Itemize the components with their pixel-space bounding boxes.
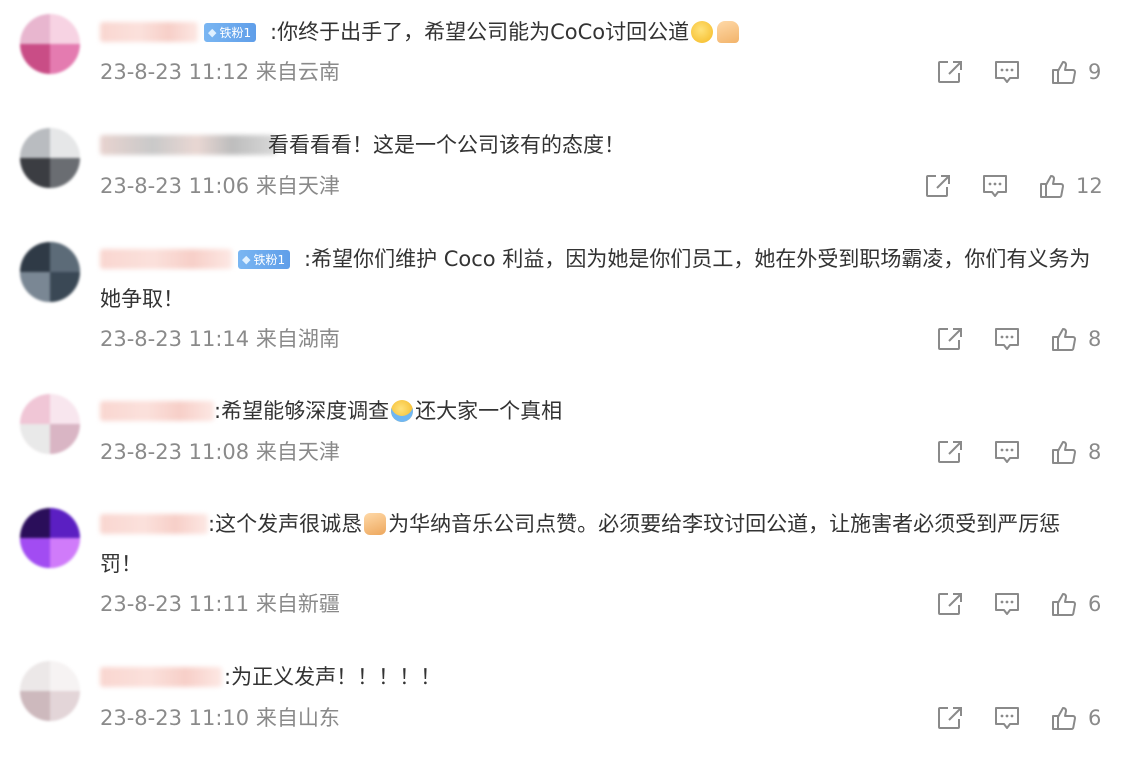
avatar[interactable] [20,242,80,302]
username[interactable] [100,128,276,162]
share-icon[interactable] [924,173,952,199]
comment-icon[interactable] [993,705,1021,731]
comment-icon[interactable] [993,59,1021,85]
username[interactable] [100,660,222,694]
thumbs-up-icon[interactable] [1050,705,1078,731]
crying-face-emoji [391,400,414,422]
share-icon[interactable] [936,705,964,731]
comment-meta: 23-8-23 11:06 来自天津 [100,174,340,198]
comment-meta: 23-8-23 11:12 来自云南 [100,60,340,84]
avatar[interactable] [20,14,80,74]
comment-meta: 23-8-23 11:10 来自山东 [100,706,340,730]
pleading-face-emoji [691,21,714,43]
comment-item: :希望能够深度调查 还大家一个真相 23-8-23 11:08 来自天津 8 [0,382,1130,492]
share-icon[interactable] [936,591,964,617]
share-icon[interactable] [936,326,964,352]
thumbs-up-emoji [364,513,387,535]
like-count: 8 [1088,440,1102,464]
username[interactable] [100,394,214,428]
thumbs-up-icon[interactable] [1038,173,1066,199]
diamond-icon: ◆ [208,25,217,39]
comment-item: ◆ 铁粉1 :你终于出手了，希望公司能为CoCo讨回公道 23-8-23 11:1… [0,0,1130,110]
thumbs-up-icon[interactable] [1050,326,1078,352]
comment-text: :希望你们维护 Coco 利益，因为她是你们员工，她在外受到职场霸凌，你们有义务… [100,247,1091,311]
comment-meta: 23-8-23 11:14 来自湖南 [100,327,340,351]
comment-text: 看看看看！这是一个公司该有的态度！ [268,133,625,157]
comment-text: :你终于出手了，希望公司能为CoCo讨回公道 [270,12,1090,52]
like-count: 6 [1088,592,1102,616]
comment-icon[interactable] [993,591,1021,617]
share-icon[interactable] [936,439,964,465]
comment-item: ◆ 铁粉1 :希望你们维护 Coco 利益，因为她是你们员工，她在外受到职场霸凌，… [0,225,1130,382]
avatar[interactable] [20,661,80,721]
avatar[interactable] [20,394,80,454]
comment-meta: 23-8-23 11:11 来自新疆 [100,592,340,616]
comment-item: :这个发声很诚恳 为华纳音乐公司点赞。必须要给李玟讨回公道，让施害者必须受到严厉惩… [0,492,1130,639]
comment-meta: 23-8-23 11:08 来自天津 [100,440,340,464]
username[interactable]: ◆ 铁粉1 [100,15,257,49]
like-count: 6 [1088,706,1102,730]
thumbs-up-icon[interactable] [1050,591,1078,617]
comment-icon[interactable] [981,173,1009,199]
comment-text: :这个发声很诚恳 为华纳音乐公司点赞。必须要给李玟讨回公道，让施害者必须受到严厉惩… [100,512,1061,576]
fan-badge: ◆ 铁粉1 [204,22,257,42]
thumbs-up-icon[interactable] [1050,59,1078,85]
comment-text: :希望能够深度调查 还大家一个真相 [214,399,563,423]
thumbs-up-icon[interactable] [1050,439,1078,465]
comment-item: 看看看看！这是一个公司该有的态度！ 23-8-23 11:06 来自天津 12 [0,110,1130,225]
praying-hands-emoji [717,21,740,43]
share-icon[interactable] [936,59,964,85]
comment-text: :为正义发声！！！！！ [224,665,442,689]
avatar[interactable] [20,508,80,568]
like-count: 8 [1088,327,1102,351]
like-count: 9 [1088,60,1102,84]
comment-item: :为正义发声！！！！！ 23-8-23 11:10 来自山东 6 [0,639,1130,758]
like-count: 12 [1076,174,1103,198]
comment-icon[interactable] [993,439,1021,465]
avatar[interactable] [20,128,80,188]
comment-icon[interactable] [993,326,1021,352]
